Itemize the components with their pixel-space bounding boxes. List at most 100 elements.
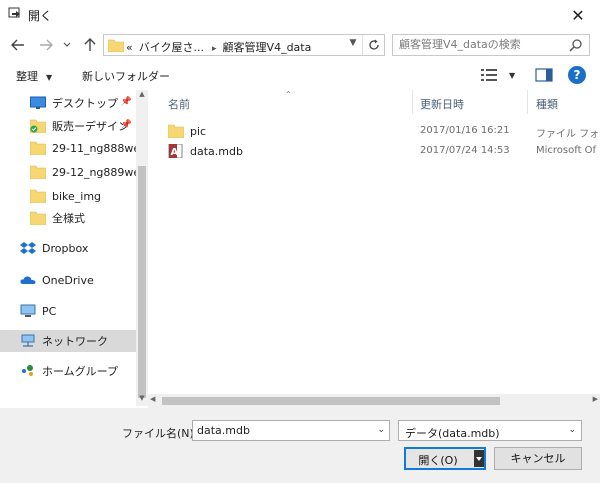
scroll-right-icon[interactable]: ▶ xyxy=(593,395,598,403)
search-icon[interactable] xyxy=(569,38,583,52)
onedrive-icon xyxy=(20,276,36,284)
chevron-down-icon: ⌄ xyxy=(568,425,576,435)
chevron-down-icon: ▼ xyxy=(509,70,516,80)
open-options-dropdown[interactable] xyxy=(474,450,484,467)
breadcrumb-item[interactable]: 顧客管理V4_data xyxy=(223,41,312,54)
new-folder-button[interactable]: 新しいフォルダー xyxy=(82,68,170,84)
back-arrow-icon xyxy=(11,39,24,51)
filetype-value: データ(data.mdb) xyxy=(405,427,500,440)
filename-input[interactable] xyxy=(197,424,367,437)
sidebar-item-dropbox[interactable]: Dropbox xyxy=(0,237,136,259)
svg-text:A: A xyxy=(171,147,179,158)
back-button[interactable] xyxy=(8,35,28,55)
column-header-date[interactable]: 更新日時 xyxy=(420,92,464,116)
close-button[interactable]: ✕ xyxy=(556,0,600,30)
help-icon: ? xyxy=(573,68,581,82)
dropbox-icon xyxy=(20,242,36,254)
details-view-icon xyxy=(481,69,497,81)
new-folder-label: 新しいフォルダー xyxy=(82,70,170,83)
up-arrow-icon xyxy=(84,38,96,51)
file-name: data.mdb xyxy=(190,144,243,158)
column-divider[interactable] xyxy=(527,90,528,114)
file-type: ファイル フォルダ xyxy=(536,129,600,140)
scroll-thumb[interactable] xyxy=(162,397,500,405)
cancel-button[interactable]: キャンセル xyxy=(494,447,582,470)
sidebar-item-29-11[interactable]: 29-11_ng888web xyxy=(0,137,136,159)
sidebar-item-desktop[interactable]: デスクトップ 📌 xyxy=(0,92,136,114)
column-header-name[interactable]: 名前 xyxy=(168,92,190,116)
filename-combobox[interactable]: ⌄ xyxy=(192,420,390,441)
sidebar-item-bike-img[interactable]: bike_img xyxy=(0,185,136,207)
scroll-left-icon[interactable]: ◀ xyxy=(150,395,155,403)
sidebar-item-all-forms[interactable]: 全様式 xyxy=(0,207,136,229)
organize-button[interactable]: 整理 ▼ xyxy=(16,68,52,84)
organize-label: 整理 xyxy=(16,70,38,83)
column-header-type[interactable]: 種類 xyxy=(536,92,558,116)
desktop-icon xyxy=(30,96,46,109)
help-button[interactable]: ? xyxy=(568,66,586,84)
breadcrumb-overflow[interactable]: « xyxy=(126,41,133,54)
folder-icon xyxy=(30,141,46,155)
title-bar: 開く ✕ xyxy=(0,0,600,30)
change-view-button[interactable]: ▼ xyxy=(481,66,517,84)
folder-icon xyxy=(30,165,46,179)
forward-arrow-icon xyxy=(40,39,53,51)
preview-pane-icon[interactable] xyxy=(535,66,553,84)
file-row-pic[interactable]: pic 2017/01/16 16:21 ファイル フォルダ xyxy=(154,121,600,141)
address-dropdown-icon[interactable]: ▼ xyxy=(346,38,360,48)
file-name: pic xyxy=(190,124,207,138)
chevron-down-icon[interactable]: ⌄ xyxy=(377,425,385,435)
sidebar-item-network[interactable]: ネットワーク xyxy=(0,330,136,352)
file-date: 2017/07/24 14:53 xyxy=(420,145,510,156)
scroll-thumb[interactable] xyxy=(138,166,146,398)
chevron-down-icon xyxy=(63,42,71,47)
folder-icon xyxy=(30,211,46,225)
file-date: 2017/01/16 16:21 xyxy=(420,125,510,136)
scroll-up-icon[interactable]: ▲ xyxy=(136,90,148,102)
network-icon xyxy=(21,334,35,347)
folder-icon xyxy=(168,124,184,138)
breadcrumb: « バイク屋さ... ▸ 顧客管理V4_data xyxy=(126,39,317,55)
pin-icon: 📌 xyxy=(120,97,132,107)
sidebar-item-homegroup[interactable]: ホームグループ xyxy=(0,360,136,382)
navigation-pane[interactable]: デスクトップ 📌 販売ーデザイン 📌 29-11_ng888web 29-12_… xyxy=(0,90,148,406)
sidebar-scrollbar[interactable]: ▲ ▼ xyxy=(136,90,148,406)
column-divider[interactable] xyxy=(412,90,413,114)
horizontal-scrollbar[interactable]: ◀ ▶ xyxy=(148,394,600,408)
homegroup-icon xyxy=(22,365,33,376)
sidebar-item-sales-design[interactable]: 販売ーデザイン 📌 xyxy=(0,115,136,137)
recent-locations-button[interactable] xyxy=(60,35,74,55)
sidebar-item-29-12[interactable]: 29-12_ng889web xyxy=(0,161,136,183)
up-button[interactable] xyxy=(80,35,100,55)
file-row-data-mdb[interactable]: A data.mdb 2017/07/24 14:53 Microsoft Of xyxy=(154,141,600,161)
folder-check-icon xyxy=(30,119,46,133)
search-input[interactable] xyxy=(399,38,559,51)
pin-icon: 📌 xyxy=(120,120,132,130)
search-box[interactable] xyxy=(392,34,590,56)
folder-icon xyxy=(108,39,124,52)
open-button-label: 開く(O) xyxy=(418,454,458,467)
command-toolbar: 整理 ▼ 新しいフォルダー ▼ ? xyxy=(0,60,600,90)
open-dialog-icon xyxy=(8,7,20,18)
access-db-icon: A xyxy=(168,144,183,158)
refresh-icon xyxy=(368,39,379,50)
forward-button[interactable] xyxy=(36,35,56,55)
address-bar[interactable]: « バイク屋さ... ▸ 顧客管理V4_data ▼ xyxy=(103,34,385,56)
scroll-down-icon[interactable]: ▼ xyxy=(136,394,148,406)
window-title: 開く xyxy=(28,9,53,23)
refresh-button[interactable] xyxy=(362,35,384,55)
filename-label: ファイル名(N): xyxy=(122,427,198,440)
sidebar-item-pc[interactable]: PC xyxy=(0,300,136,322)
navigation-bar: « バイク屋さ... ▸ 顧客管理V4_data ▼ xyxy=(0,30,600,60)
chevron-right-icon[interactable]: ▸ xyxy=(212,44,217,54)
breadcrumb-item[interactable]: バイク屋さ... xyxy=(139,41,204,54)
open-button[interactable]: 開く(O) xyxy=(404,447,486,470)
sidebar-item-onedrive[interactable]: OneDrive xyxy=(0,269,136,291)
file-list[interactable]: ⌃ 名前 更新日時 種類 pic 2017/01/16 16:21 ファイル フ… xyxy=(154,90,600,406)
folder-icon xyxy=(30,189,46,203)
chevron-down-icon: ▼ xyxy=(46,73,53,82)
file-type: Microsoft Of xyxy=(536,145,597,156)
dialog-footer: ファイル名(N): ⌄ データ(data.mdb) ⌄ 開く(O) キャンセル xyxy=(0,408,600,483)
filetype-select[interactable]: データ(data.mdb) ⌄ xyxy=(398,420,582,441)
close-icon: ✕ xyxy=(571,5,585,25)
